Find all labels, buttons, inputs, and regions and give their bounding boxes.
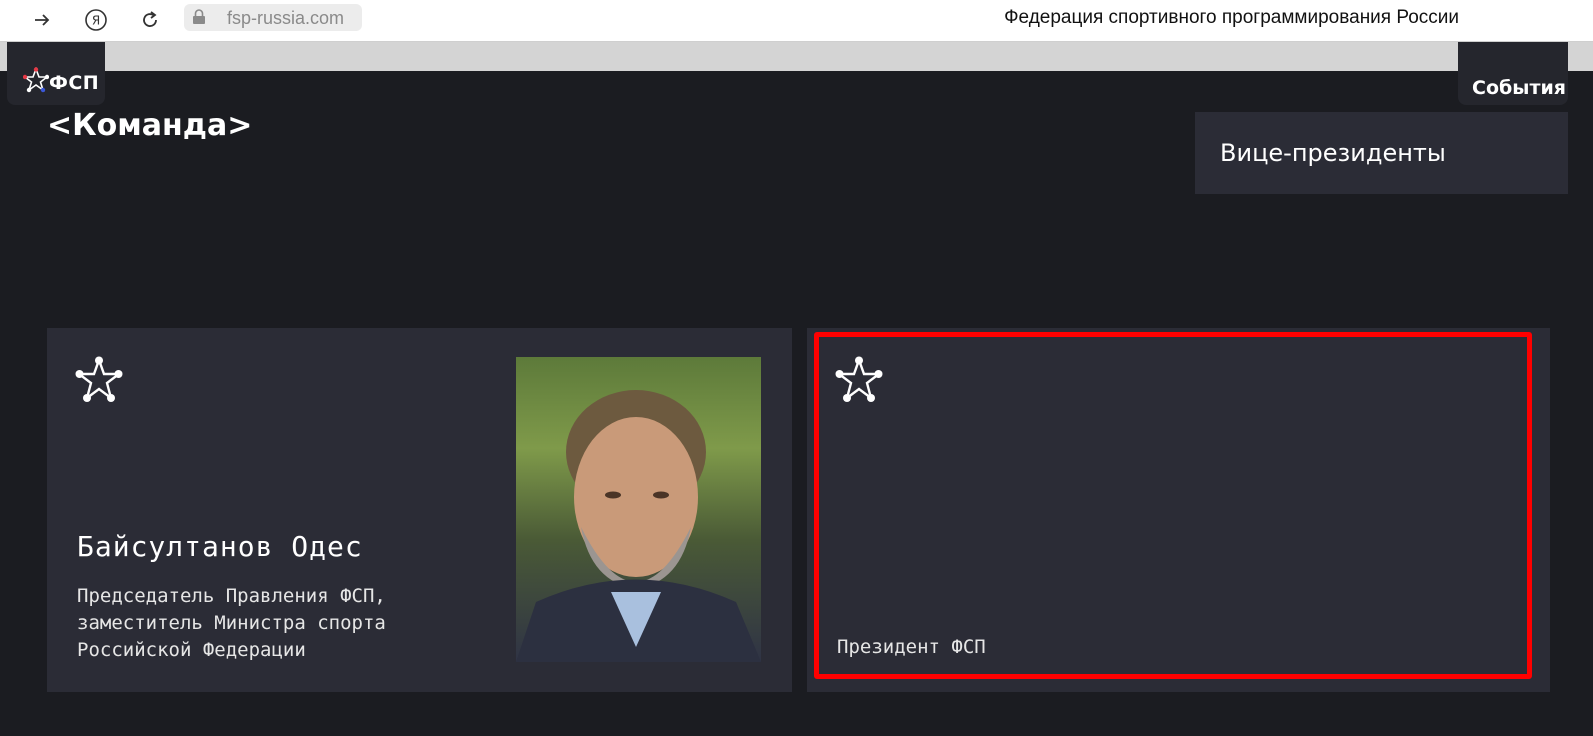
star-network-icon: [835, 356, 883, 408]
site-logo[interactable]: ФСП: [7, 42, 105, 105]
browser-toolbar: Я fsp-russia.com Федерация спортивного п…: [0, 0, 1593, 42]
person-photo: [516, 357, 761, 662]
yandex-icon[interactable]: Я: [82, 6, 110, 34]
team-card[interactable]: Байсултанов Одес Председатель Правления …: [47, 328, 792, 692]
svg-text:Я: Я: [92, 14, 100, 28]
logo-text: ФСП: [49, 72, 100, 94]
fsp-star-logo-icon: [22, 66, 50, 97]
reload-icon[interactable]: [136, 6, 164, 34]
vice-presidents-tab[interactable]: Вице-президенты: [1195, 112, 1568, 194]
person-name: Байсултанов Одес: [77, 530, 363, 563]
header-strip: [0, 42, 1593, 71]
url-text: fsp-russia.com: [227, 8, 345, 28]
lock-icon: [192, 9, 206, 30]
forward-icon[interactable]: [28, 6, 56, 34]
browser-page-title: Федерация спортивного программирования Р…: [1004, 7, 1459, 28]
star-network-icon: [75, 356, 123, 408]
address-bar[interactable]: fsp-russia.com: [184, 4, 362, 31]
team-card[interactable]: Президент ФСП: [807, 328, 1550, 692]
person-role: Председатель Правления ФСП, заместитель …: [77, 585, 386, 661]
section-title: <Команда>: [47, 108, 253, 143]
person-role: Президент ФСП: [837, 636, 986, 658]
events-nav-button[interactable]: События: [1458, 42, 1568, 105]
